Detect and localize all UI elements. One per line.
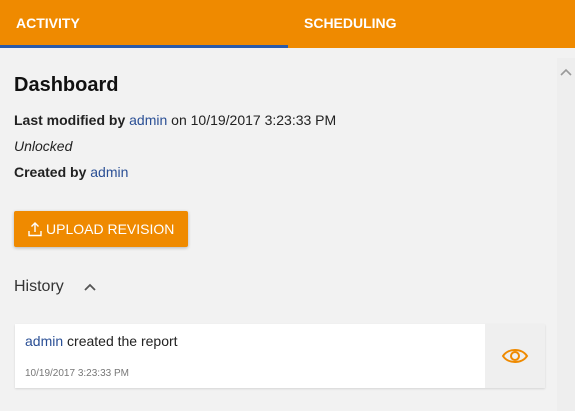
view-button[interactable]	[485, 324, 545, 388]
created-by-user-link[interactable]: admin	[90, 164, 128, 180]
last-modified-line: Last modified by admin on 10/19/2017 3:2…	[14, 112, 336, 128]
created-by-label: Created by	[14, 164, 87, 180]
upload-icon	[28, 222, 42, 237]
on-word: on	[171, 112, 187, 128]
created-by-line: Created by admin	[14, 164, 128, 180]
page-title: Dashboard	[14, 74, 119, 96]
history-item: admin created the report 10/19/2017 3:23…	[15, 324, 545, 388]
last-modified-user-link[interactable]: admin	[129, 112, 167, 128]
upload-revision-label: UPLOAD REVISION	[46, 221, 175, 237]
history-action: created the report	[67, 333, 178, 349]
upload-revision-button[interactable]: UPLOAD REVISION	[14, 211, 188, 247]
history-label: History	[14, 278, 64, 295]
last-modified-label: Last modified by	[14, 112, 126, 128]
history-toggle[interactable]: History	[14, 276, 96, 298]
eye-icon	[501, 349, 529, 363]
tab-scheduling[interactable]: SCHEDULING	[288, 0, 575, 48]
last-modified-time: 10/19/2017 3:23:33 PM	[190, 112, 337, 128]
scrollbar[interactable]	[557, 58, 575, 411]
tab-activity[interactable]: ACTIVITY	[0, 0, 288, 48]
scroll-up-icon[interactable]	[560, 66, 572, 78]
lock-status: Unlocked	[14, 138, 73, 154]
tab-bar: ACTIVITY SCHEDULING	[0, 0, 575, 48]
history-user-link[interactable]: admin	[25, 333, 63, 349]
history-item-text: admin created the report	[25, 333, 178, 349]
chevron-up-icon[interactable]	[84, 282, 96, 292]
history-item-time: 10/19/2017 3:23:33 PM	[25, 368, 129, 379]
